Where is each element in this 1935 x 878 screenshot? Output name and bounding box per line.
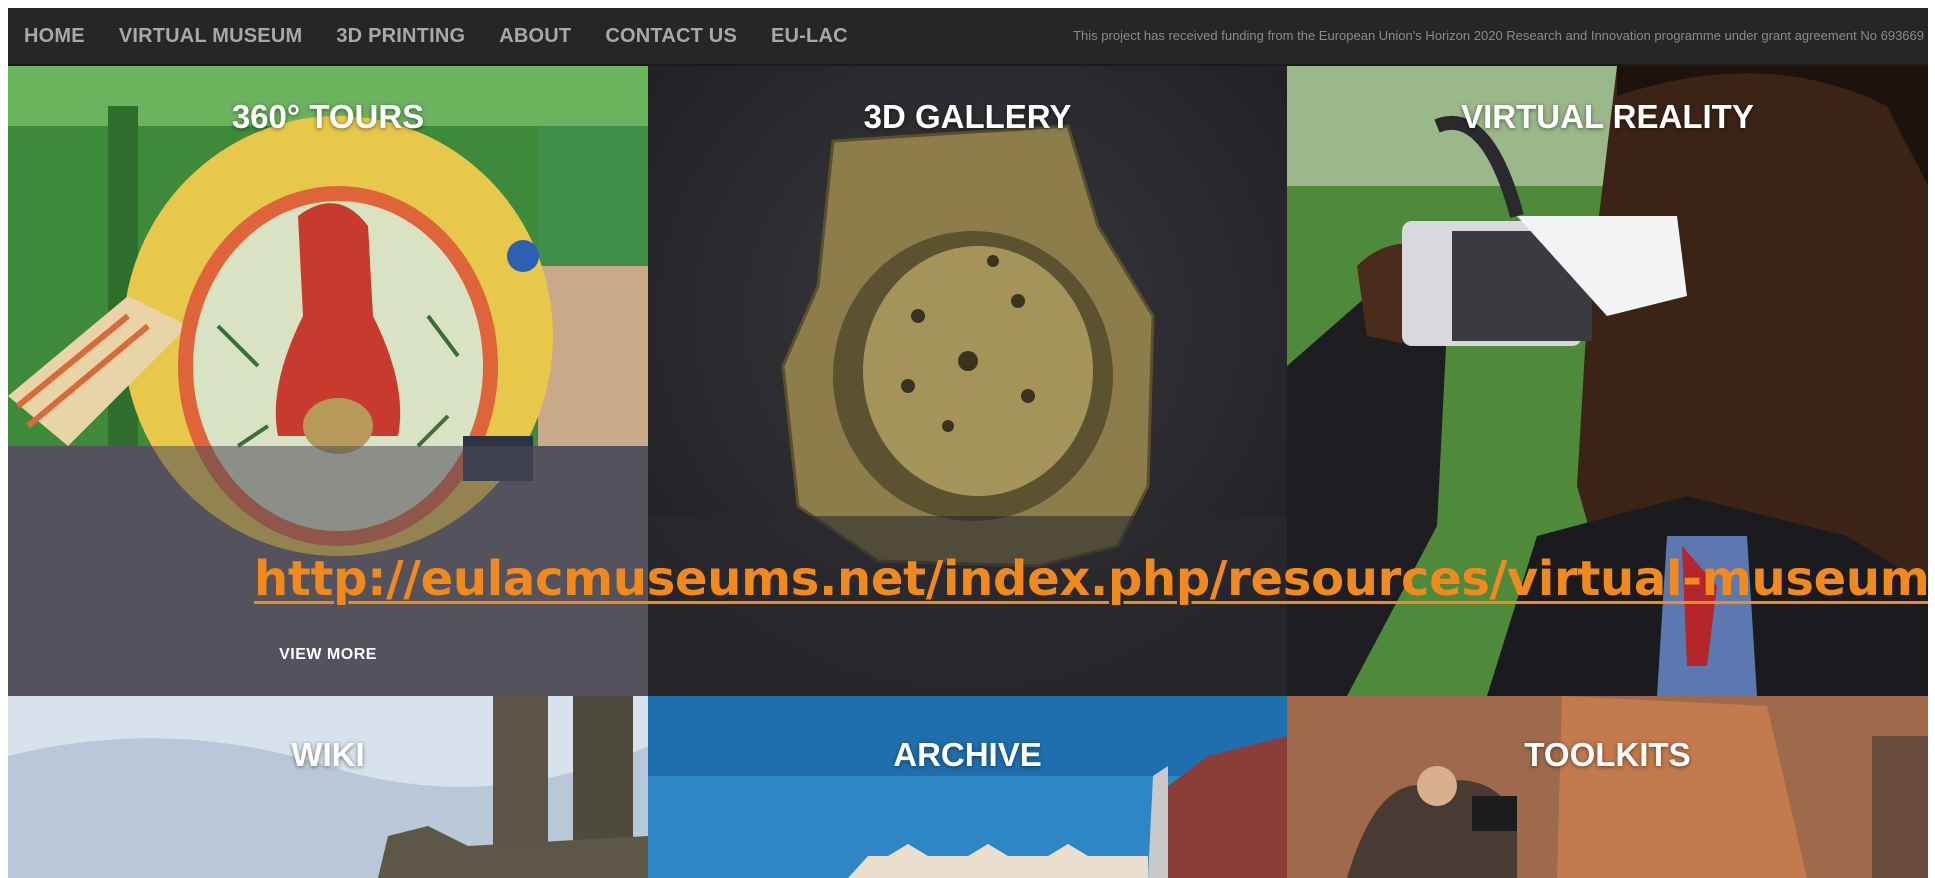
tile-title-toolkits: TOOLKITS [1524,736,1691,773]
virtual-museum-link[interactable]: http://eulacmuseums.net/index.php/resour… [254,551,1928,607]
tile-title-3d-gallery: 3D GALLERY [863,98,1072,135]
tile-title-archive: ARCHIVE [893,736,1042,773]
nav-3d-printing[interactable]: 3D PRINTING [336,25,465,48]
browser-viewport: HOME VIRTUAL MUSEUM 3D PRINTING ABOUT CO… [8,8,1928,878]
photographer-photo [1287,696,1928,878]
top-navigation-bar: HOME VIRTUAL MUSEUM 3D PRINTING ABOUT CO… [8,8,1928,66]
tile-title-360-tours: 360° TOURS [231,98,425,135]
tile-title-wiki: WIKI [291,736,365,773]
tile-toolkits[interactable]: TOOLKITS [1287,696,1928,878]
archive-building-photo [648,696,1287,878]
tile-title-virtual-reality: VIRTUAL REALITY [1461,98,1754,135]
view-more-button[interactable]: VIEW MORE [8,646,648,664]
funding-notice: This project has received funding from t… [1073,28,1924,43]
nav-home[interactable]: HOME [24,25,85,48]
ruins-photo [8,696,648,878]
nav-virtual-museum[interactable]: VIRTUAL MUSEUM [119,25,303,48]
tile-archive[interactable]: ARCHIVE [648,696,1287,878]
nav-about[interactable]: ABOUT [499,25,571,48]
nav-eu-lac[interactable]: EU-LAC [771,25,848,48]
nav-contact-us[interactable]: CONTACT US [605,25,737,48]
tile-wiki[interactable]: WIKI [8,696,648,878]
main-nav: HOME VIRTUAL MUSEUM 3D PRINTING ABOUT CO… [24,8,882,64]
